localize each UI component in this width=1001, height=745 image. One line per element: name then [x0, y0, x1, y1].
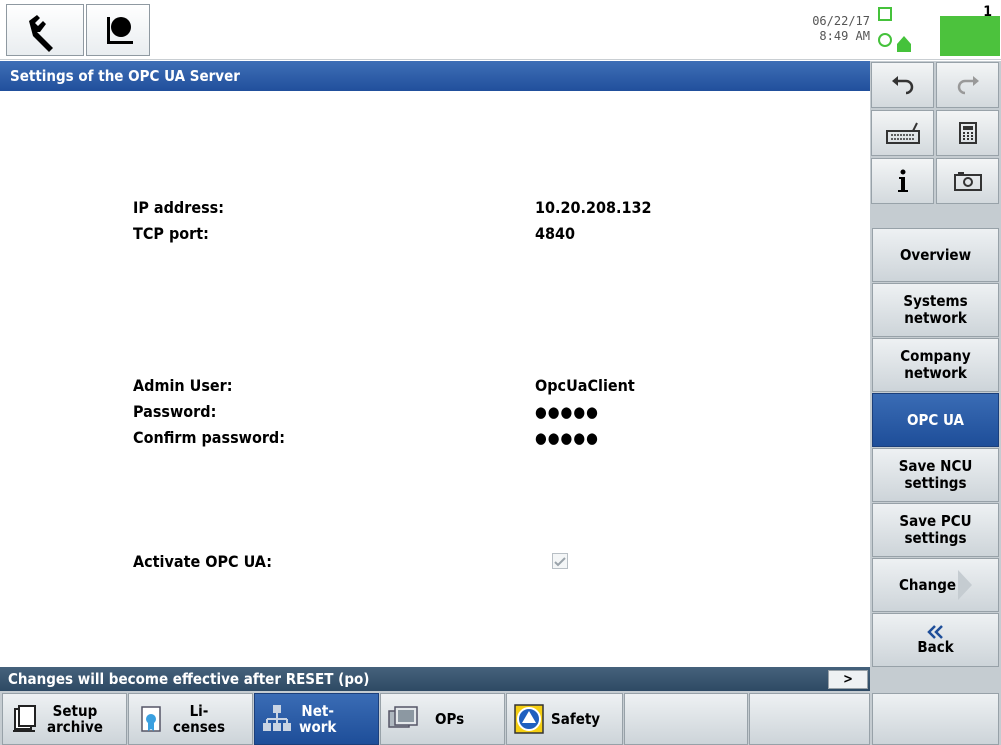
- activate-opc-ua-label: Activate OPC UA:: [133, 552, 272, 571]
- message-line: Changes will become effective after RESE…: [0, 667, 870, 691]
- tcp-port-value[interactable]: 4840: [535, 224, 575, 243]
- license-icon: [141, 706, 161, 732]
- ip-address-value[interactable]: 10.20.208.132: [535, 198, 652, 217]
- date-time: 06/22/17 8:49 AM: [800, 14, 870, 44]
- calculator-icon: [958, 122, 977, 144]
- keyboard-button[interactable]: [871, 110, 934, 156]
- camera-icon: [953, 172, 982, 191]
- softkey-back-label: Back: [917, 637, 954, 656]
- softkey-setup-archive[interactable]: Setup archive: [2, 693, 127, 745]
- softkey-save-ncu-line2: settings: [904, 474, 967, 492]
- double-chevron-left-icon: [926, 624, 943, 639]
- calculator-button[interactable]: [936, 110, 999, 156]
- keyboard-icon: [885, 122, 920, 144]
- admin-user-field[interactable]: OpcUaClient: [535, 376, 635, 395]
- channel-status: [875, 4, 941, 56]
- undo-button[interactable]: [871, 62, 934, 108]
- top-bar: 06/22/17 8:49 AM 1: [0, 0, 1001, 60]
- redo-icon: [957, 76, 979, 95]
- licenses-line1: Li-: [189, 702, 209, 720]
- alarm-count-text: 1: [983, 4, 992, 20]
- password-field[interactable]: ●●●●●: [535, 403, 599, 421]
- archive-icon: [13, 705, 36, 732]
- time-text: 8:49 AM: [819, 29, 870, 43]
- softkey-save-pcu-line1: Save PCU: [899, 512, 972, 530]
- activate-opc-ua-checkbox[interactable]: [552, 553, 568, 569]
- redo-button[interactable]: [936, 62, 999, 108]
- softkey-save-pcu-settings[interactable]: Save PCU settings: [872, 503, 999, 557]
- softkey-opc-ua[interactable]: OPC UA: [872, 393, 999, 447]
- softkey-save-ncu-settings[interactable]: Save NCU settings: [872, 448, 999, 502]
- confirm-password-field[interactable]: ●●●●●: [535, 429, 599, 447]
- message-scroll-button[interactable]: >: [828, 670, 868, 689]
- licenses-line2: censes: [173, 718, 225, 736]
- admin-user-label: Admin User:: [133, 376, 233, 395]
- screenshot-button[interactable]: [936, 158, 999, 204]
- network-line2: work: [299, 718, 337, 736]
- tcp-port-label: TCP port:: [133, 224, 209, 243]
- info-icon: [897, 169, 908, 192]
- setup-line2: archive: [47, 718, 103, 736]
- network-icon: [263, 705, 291, 731]
- softkey-overview-label: Overview: [899, 245, 972, 264]
- softkey-save-pcu-line2: settings: [904, 529, 967, 547]
- softkey-save-ncu-line1: Save NCU: [898, 457, 973, 475]
- softkey-systems-network-line1: Systems: [903, 292, 968, 310]
- softkey-licenses-text: Li- censes: [173, 703, 225, 735]
- safety-icon: [514, 704, 544, 734]
- password-label: Password:: [133, 402, 217, 421]
- checkmark-icon: [554, 557, 566, 567]
- ip-address-label: IP address:: [133, 198, 224, 217]
- softkey-change-label: Change: [898, 575, 957, 594]
- softkey-ops-label: OPs: [435, 710, 465, 728]
- softkey-empty-6[interactable]: [624, 693, 748, 745]
- info-button[interactable]: [871, 158, 934, 204]
- softkey-systems-network-line2: network: [904, 309, 967, 327]
- softkey-back[interactable]: Back: [872, 613, 999, 667]
- page-title: Settings of the OPC UA Server: [0, 61, 870, 91]
- softkey-licenses[interactable]: Li- censes: [128, 693, 253, 745]
- softkey-safety[interactable]: Safety: [506, 693, 623, 745]
- arrow-right-icon: [958, 570, 973, 600]
- softkey-systems-network[interactable]: Systems network: [872, 283, 999, 337]
- setup-line1: Setup: [52, 702, 98, 720]
- softkey-company-network[interactable]: Company network: [872, 338, 999, 392]
- softkey-opc-ua-label: OPC UA: [907, 410, 964, 429]
- softkey-company-network-line1: Company: [900, 347, 971, 365]
- confirm-password-label: Confirm password:: [133, 428, 285, 447]
- tools-button[interactable]: [6, 4, 84, 56]
- softkey-safety-label: Safety: [551, 710, 601, 728]
- softkey-empty-7[interactable]: [749, 693, 870, 745]
- network-line1: Net-: [301, 702, 334, 720]
- softkey-empty-8[interactable]: [872, 693, 999, 745]
- softkey-change[interactable]: Change: [872, 558, 999, 612]
- alarm-counter[interactable]: 1: [940, 4, 1000, 56]
- softkey-overview[interactable]: Overview: [872, 228, 999, 282]
- operating-area-button[interactable]: [86, 4, 150, 56]
- undo-icon: [891, 76, 913, 95]
- softkey-setup-archive-text: Setup archive: [47, 703, 103, 735]
- status-icon: [875, 4, 941, 56]
- softkey-ops[interactable]: OPs: [380, 693, 505, 745]
- softkey-company-network-line2: network: [904, 364, 967, 382]
- settings-panel: IP address: 10.20.208.132 TCP port: 4840…: [0, 91, 870, 667]
- date-text: 06/22/17: [812, 14, 870, 28]
- machine-area-icon: [107, 17, 133, 44]
- wrench-icon: [29, 15, 53, 52]
- operator-panels-icon: [388, 706, 418, 728]
- softkey-network-text: Net- work: [299, 703, 336, 735]
- softkey-network[interactable]: Net- work: [254, 693, 379, 745]
